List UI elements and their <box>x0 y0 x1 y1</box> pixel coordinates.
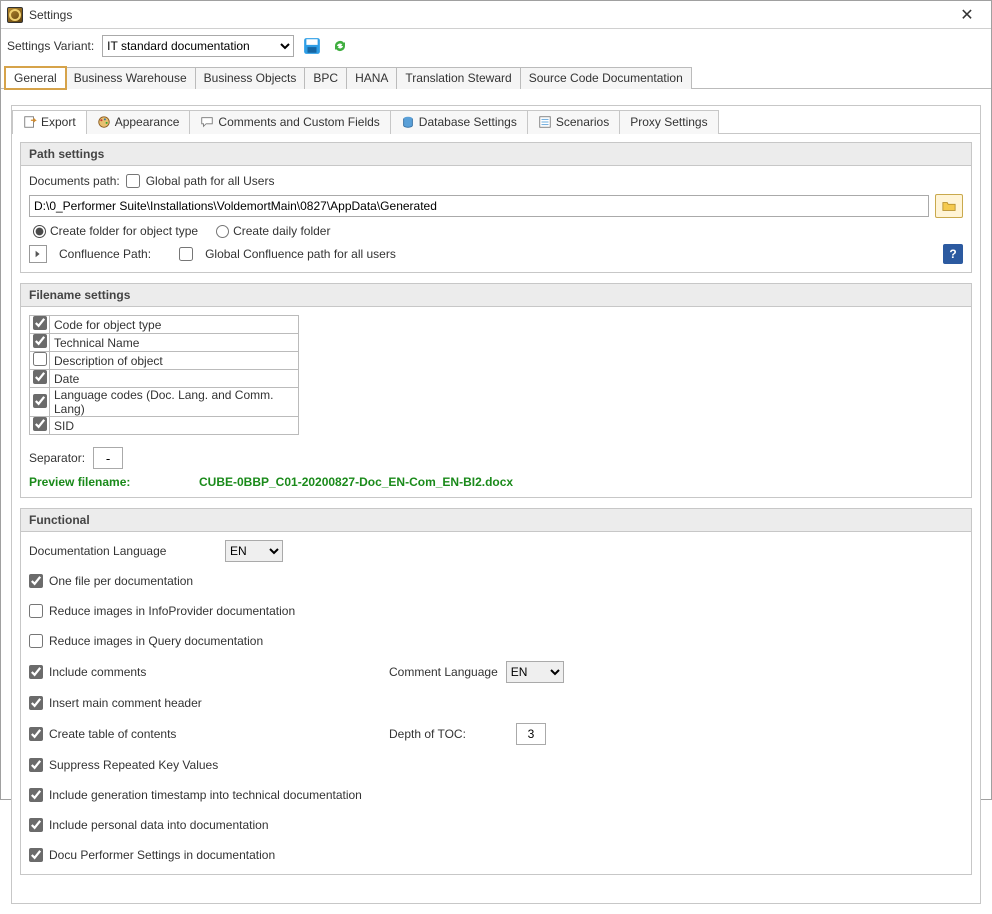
filename-row-date: Date <box>30 370 299 388</box>
variant-select[interactable]: IT standard documentation <box>102 35 294 57</box>
comment-lang-select[interactable]: EN <box>506 661 564 683</box>
subtab-database[interactable]: Database Settings <box>390 110 528 134</box>
filename-row-description: Description of object <box>30 352 299 370</box>
depth-toc-input[interactable] <box>516 723 546 745</box>
confluence-path-label: Confluence Path: <box>59 247 151 261</box>
group-filename-settings: Filename settings Code for object type T… <box>20 283 972 498</box>
doc-lang-label: Documentation Language <box>29 544 219 558</box>
lbl-one-file: One file per documentation <box>49 574 193 588</box>
subtab-comments-label: Comments and Custom Fields <box>218 115 379 129</box>
documents-path-input[interactable] <box>29 195 929 217</box>
tab-general[interactable]: General <box>5 67 66 89</box>
app-icon <box>7 7 23 23</box>
group-path-settings: Path settings Documents path: Global pat… <box>20 142 972 273</box>
filename-row-sid: SID <box>30 417 299 435</box>
help-button[interactable]: ? <box>943 244 963 264</box>
preview-filename-label: Preview filename: <box>29 475 199 489</box>
chk-technical[interactable] <box>33 334 47 348</box>
global-confluence-checkbox[interactable] <box>179 247 193 261</box>
subtab-scenarios[interactable]: Scenarios <box>527 110 620 134</box>
export-icon <box>23 115 37 129</box>
variant-row: Settings Variant: IT standard documentat… <box>1 29 991 65</box>
tab-business-objects[interactable]: Business Objects <box>195 67 306 89</box>
lbl-docu-performer: Docu Performer Settings in documentation <box>49 848 275 862</box>
filename-parts-table: Code for object type Technical Name Desc… <box>29 315 299 435</box>
subtab-comments[interactable]: Comments and Custom Fields <box>189 110 390 134</box>
separator-input[interactable] <box>93 447 123 469</box>
separator-label: Separator: <box>29 451 85 465</box>
chk-reduce-info[interactable] <box>29 604 43 618</box>
comment-lang-label: Comment Language <box>389 665 498 679</box>
tab-source-code-documentation[interactable]: Source Code Documentation <box>520 67 692 89</box>
subtab-export-label: Export <box>41 115 76 129</box>
subtab-appearance-label: Appearance <box>115 115 180 129</box>
chk-date[interactable] <box>33 370 47 384</box>
chk-create-toc[interactable] <box>29 727 43 741</box>
list-icon <box>538 115 552 129</box>
lbl-reduce-info: Reduce images in InfoProvider documentat… <box>49 604 295 618</box>
subtab-proxy[interactable]: Proxy Settings <box>619 110 718 134</box>
radio-create-folder-type[interactable]: Create folder for object type <box>33 224 198 238</box>
chk-reduce-query[interactable] <box>29 634 43 648</box>
chk-suppress[interactable] <box>29 758 43 772</box>
documents-path-label: Documents path: <box>29 174 120 188</box>
group-header-functional: Functional <box>21 509 971 532</box>
tab-bpc[interactable]: BPC <box>304 67 347 89</box>
filename-row-code: Code for object type <box>30 316 299 334</box>
chk-lang[interactable] <box>33 394 47 408</box>
chk-insert-header[interactable] <box>29 696 43 710</box>
chk-code[interactable] <box>33 316 47 330</box>
filename-row-technical: Technical Name <box>30 334 299 352</box>
tab-business-warehouse[interactable]: Business Warehouse <box>65 67 196 89</box>
browse-folder-button[interactable] <box>935 194 963 218</box>
lbl-create-toc: Create table of contents <box>49 727 176 741</box>
expand-confluence-button[interactable] <box>29 245 47 263</box>
lbl-insert-header: Insert main comment header <box>49 696 202 710</box>
lbl-include-personal: Include personal data into documentation <box>49 818 269 832</box>
subtab-scenarios-label: Scenarios <box>556 115 609 129</box>
chevron-right-icon <box>34 250 42 258</box>
subtab-export[interactable]: Export <box>12 110 87 134</box>
lbl-suppress: Suppress Repeated Key Values <box>49 758 218 772</box>
global-path-checkbox[interactable] <box>126 174 140 188</box>
chk-include-comments[interactable] <box>29 665 43 679</box>
radio-create-daily-folder[interactable]: Create daily folder <box>216 224 330 238</box>
comment-icon <box>200 115 214 129</box>
chk-one-file[interactable] <box>29 574 43 588</box>
variant-label: Settings Variant: <box>7 39 94 53</box>
group-functional: Functional Documentation Language EN One… <box>20 508 972 875</box>
tab-translation-steward[interactable]: Translation Steward <box>396 67 520 89</box>
palette-icon <box>97 115 111 129</box>
sub-tabs: Export Appearance Comments and Custom Fi… <box>12 106 980 134</box>
subtab-database-label: Database Settings <box>419 115 517 129</box>
close-icon[interactable]: ✕ <box>949 3 985 27</box>
chk-include-personal[interactable] <box>29 818 43 832</box>
chk-description[interactable] <box>33 352 47 366</box>
save-icon[interactable] <box>302 36 322 56</box>
chk-docu-performer[interactable] <box>29 848 43 862</box>
depth-toc-label: Depth of TOC: <box>389 727 466 741</box>
database-icon <box>401 115 415 129</box>
lbl-reduce-query: Reduce images in Query documentation <box>49 634 263 648</box>
subtab-proxy-label: Proxy Settings <box>630 115 707 129</box>
group-header-path: Path settings <box>21 143 971 166</box>
chk-sid[interactable] <box>33 417 47 431</box>
top-tabs: General Business Warehouse Business Obje… <box>1 65 991 89</box>
folder-icon <box>941 199 957 213</box>
global-confluence-label: Global Confluence path for all users <box>205 247 396 261</box>
global-path-label: Global path for all Users <box>146 174 275 188</box>
group-header-filename: Filename settings <box>21 284 971 307</box>
refresh-icon[interactable] <box>330 36 350 56</box>
tab-hana[interactable]: HANA <box>346 67 397 89</box>
preview-filename-value: CUBE-0BBP_C01-20200827-Doc_EN-Com_EN-BI2… <box>199 475 513 489</box>
subtab-appearance[interactable]: Appearance <box>86 110 191 134</box>
titlebar: Settings ✕ <box>1 1 991 29</box>
window-title: Settings <box>29 8 72 22</box>
lbl-include-comments: Include comments <box>49 665 146 679</box>
doc-lang-select[interactable]: EN <box>225 540 283 562</box>
filename-row-lang: Language codes (Doc. Lang. and Comm. Lan… <box>30 388 299 417</box>
